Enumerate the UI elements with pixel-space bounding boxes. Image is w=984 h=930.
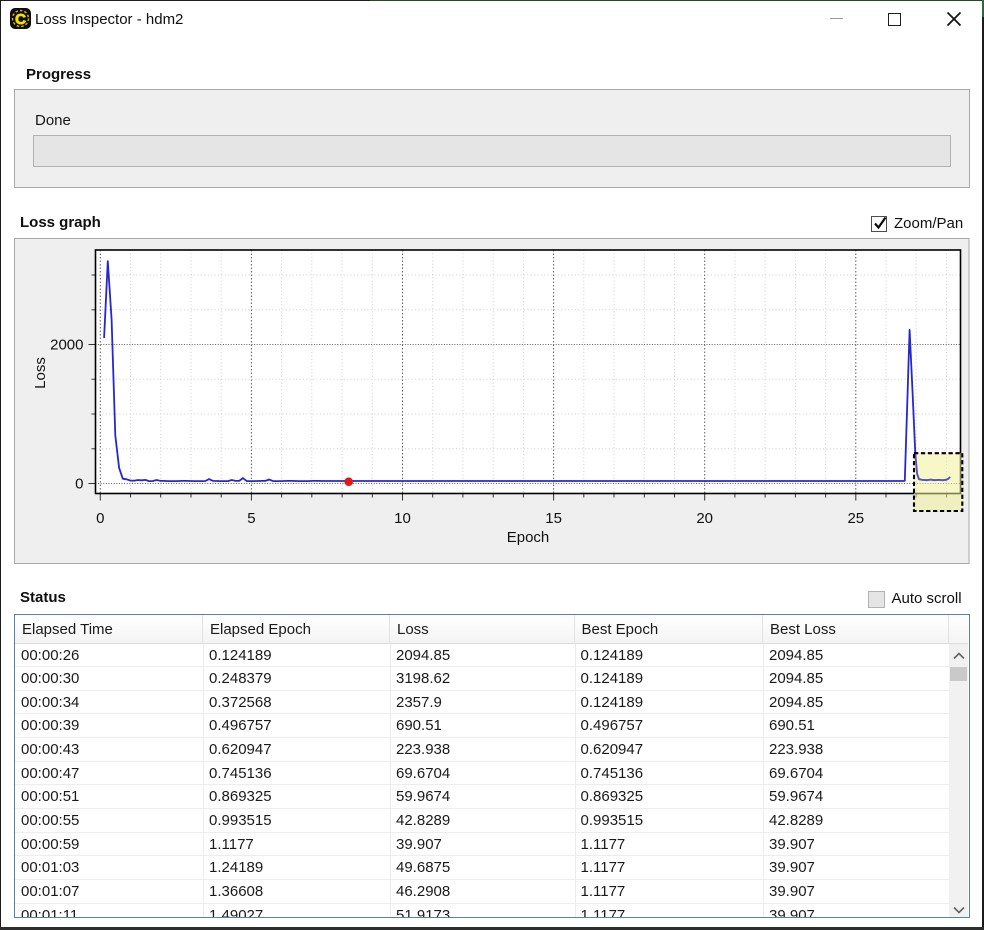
svg-text:15: 15 <box>545 510 562 527</box>
svg-text:5: 5 <box>247 510 255 527</box>
svg-text:2000: 2000 <box>50 337 83 354</box>
svg-text:0: 0 <box>75 476 83 493</box>
svg-text:Loss: Loss <box>32 357 49 389</box>
svg-text:20: 20 <box>696 510 713 527</box>
svg-text:10: 10 <box>394 510 411 527</box>
svg-text:25: 25 <box>847 510 864 527</box>
svg-text:C: C <box>15 11 26 28</box>
svg-text:Epoch: Epoch <box>507 529 550 546</box>
svg-text:0: 0 <box>96 510 104 527</box>
